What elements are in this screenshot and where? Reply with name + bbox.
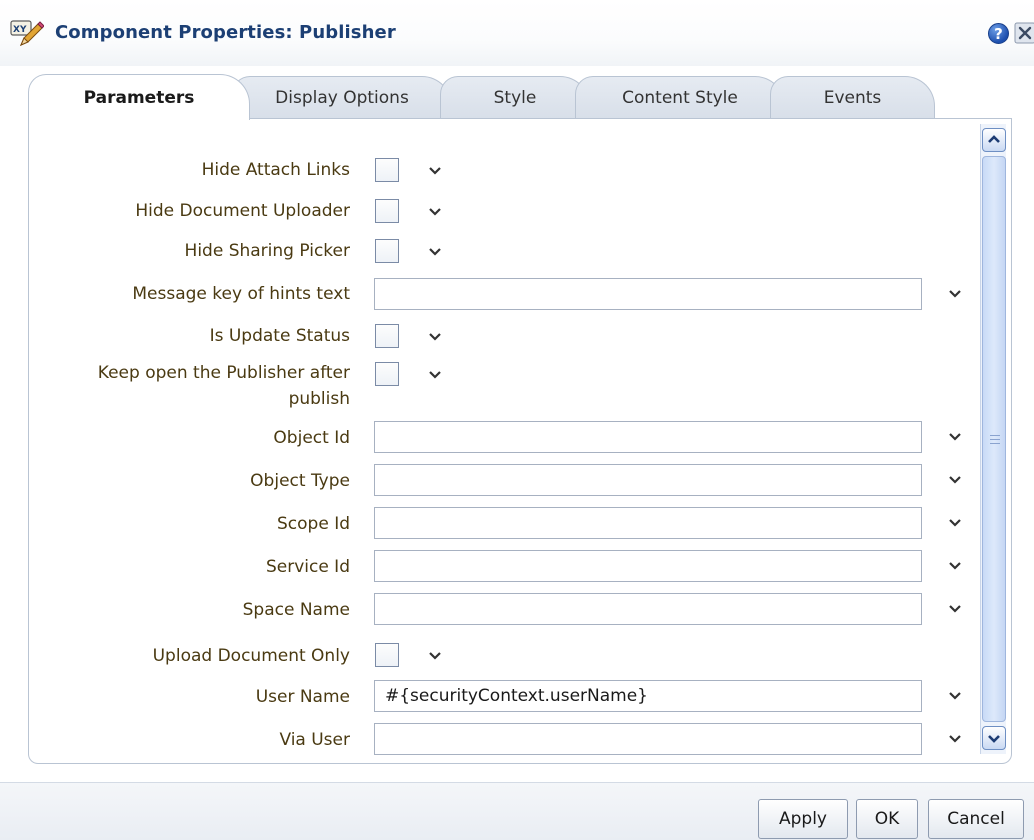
object-type-input[interactable] xyxy=(374,464,922,496)
field-label: Hide Attach Links xyxy=(201,160,350,180)
chevron-up-icon xyxy=(988,135,1000,143)
chevron-down-icon[interactable] xyxy=(948,604,962,614)
field-label: Is Update Status xyxy=(209,326,350,346)
chevron-down-icon[interactable] xyxy=(428,651,442,661)
field-label: Upload Document Only xyxy=(152,646,350,666)
hide-attach-links-checkbox[interactable] xyxy=(375,158,399,182)
keep-open-publisher-checkbox[interactable] xyxy=(375,362,399,386)
scroll-grip-line xyxy=(990,439,1000,440)
field-label: Via User xyxy=(279,730,350,750)
tab-events[interactable]: Events xyxy=(770,76,935,118)
upload-document-only-checkbox[interactable] xyxy=(375,643,399,667)
svg-text:XY: XY xyxy=(13,25,27,35)
field-label: Hide Document Uploader xyxy=(135,201,350,221)
object-id-input[interactable] xyxy=(374,421,922,453)
field-label: Object Id xyxy=(273,428,350,448)
chevron-down-icon[interactable] xyxy=(428,332,442,342)
tab-parameters[interactable]: Parameters xyxy=(28,74,250,120)
chevron-down-icon[interactable] xyxy=(948,518,962,528)
cancel-button[interactable]: Cancel xyxy=(928,799,1024,839)
tab-content-style[interactable]: Content Style xyxy=(575,76,785,118)
field-label: Scope Id xyxy=(277,514,350,534)
chevron-down-icon[interactable] xyxy=(948,691,962,701)
chevron-down-icon[interactable] xyxy=(428,207,442,217)
chevron-down-icon[interactable] xyxy=(948,734,962,744)
scroll-grip-line xyxy=(990,443,1000,444)
tab-strip: Display Options Style Content Style Even… xyxy=(0,66,1034,120)
chevron-down-icon[interactable] xyxy=(948,561,962,571)
chevron-down-icon[interactable] xyxy=(948,432,962,442)
field-label: Message key of hints text xyxy=(132,284,350,304)
space-name-input[interactable] xyxy=(374,593,922,625)
chevron-down-icon xyxy=(988,735,1000,743)
scroll-down-button[interactable] xyxy=(982,726,1006,750)
close-icon[interactable] xyxy=(1014,22,1034,44)
field-label: Hide Sharing Picker xyxy=(184,241,350,261)
scope-id-input[interactable] xyxy=(374,507,922,539)
apply-button[interactable]: Apply xyxy=(758,799,848,839)
field-label: Space Name xyxy=(242,600,350,620)
chevron-down-icon[interactable] xyxy=(948,475,962,485)
scroll-grip-line xyxy=(990,435,1000,436)
tab-style[interactable]: Style xyxy=(440,76,590,118)
tab-display-options[interactable]: Display Options xyxy=(232,76,452,118)
field-label: Object Type xyxy=(250,471,350,491)
component-properties-dialog: XY Component Properties: Publisher ? Dis… xyxy=(0,0,1034,840)
vertical-scrollbar[interactable] xyxy=(980,124,1006,754)
hide-document-uploader-checkbox[interactable] xyxy=(375,199,399,223)
dialog-titlebar: XY Component Properties: Publisher ? xyxy=(0,0,1034,66)
chevron-down-icon[interactable] xyxy=(428,370,442,380)
field-label-line: Keep open the Publisher after xyxy=(97,363,350,383)
ok-button[interactable]: OK xyxy=(856,799,918,839)
chevron-down-icon[interactable] xyxy=(428,166,442,176)
field-label-line: publish xyxy=(288,389,350,409)
properties-xy-pencil-icon: XY xyxy=(10,20,44,46)
via-user-input[interactable] xyxy=(374,723,922,755)
field-label: User Name xyxy=(255,687,350,707)
user-name-input[interactable]: #{securityContext.userName} xyxy=(374,680,922,712)
chevron-down-icon[interactable] xyxy=(948,289,962,299)
scrollbar-thumb[interactable] xyxy=(982,156,1006,722)
is-update-status-checkbox[interactable] xyxy=(375,324,399,348)
field-label: Keep open the Publisher after publish xyxy=(0,362,350,410)
hide-sharing-picker-checkbox[interactable] xyxy=(375,239,399,263)
message-key-input[interactable] xyxy=(374,278,922,310)
help-icon[interactable]: ? xyxy=(988,23,1009,44)
dialog-title: Component Properties: Publisher xyxy=(55,22,396,43)
field-label: Service Id xyxy=(265,557,350,577)
chevron-down-icon[interactable] xyxy=(428,247,442,257)
dialog-footer: Apply OK Cancel xyxy=(0,782,1034,840)
scroll-up-button[interactable] xyxy=(982,128,1006,152)
service-id-input[interactable] xyxy=(374,550,922,582)
